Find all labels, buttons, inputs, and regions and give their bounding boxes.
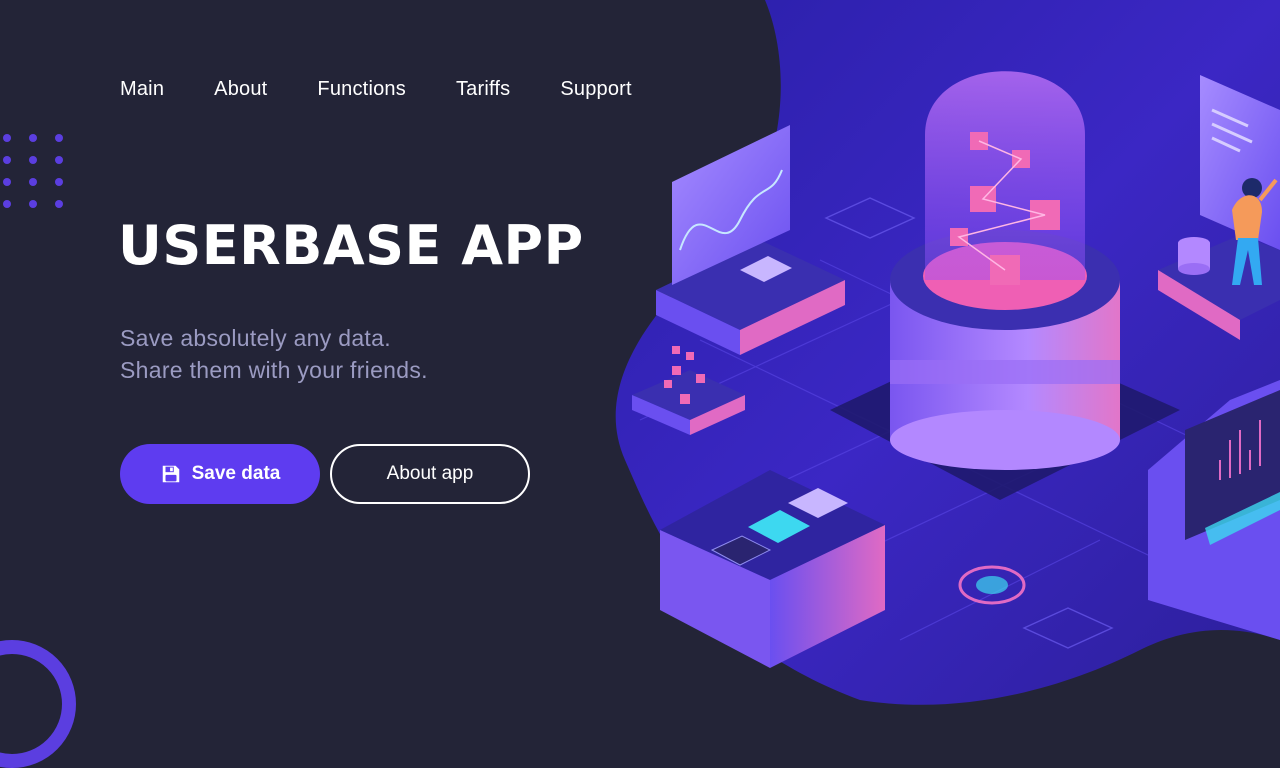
floppy-disk-icon [162, 465, 179, 483]
dot-grid-decoration [3, 134, 67, 208]
about-app-button[interactable]: About app [330, 444, 530, 504]
save-data-button[interactable]: Save data [120, 444, 320, 504]
hero-subtitle-line-1: Save absolutely any data. [120, 325, 391, 351]
hero-subtitle-line-2: Share them with your friends. [120, 357, 428, 383]
about-app-label: About app [386, 463, 474, 484]
main-nav: Main About Functions Tariffs Support [120, 78, 632, 101]
nav-item-functions[interactable]: Functions [317, 78, 406, 101]
save-data-label: Save data [191, 463, 281, 484]
hero-subtitle: Save absolutely any data. Share them wit… [120, 322, 428, 386]
nav-item-support[interactable]: Support [560, 78, 631, 101]
hero-title: USERBASE APP [118, 214, 584, 277]
nav-item-tariffs[interactable]: Tariffs [456, 78, 510, 101]
nav-item-about[interactable]: About [214, 78, 267, 101]
nav-item-main[interactable]: Main [120, 78, 164, 101]
